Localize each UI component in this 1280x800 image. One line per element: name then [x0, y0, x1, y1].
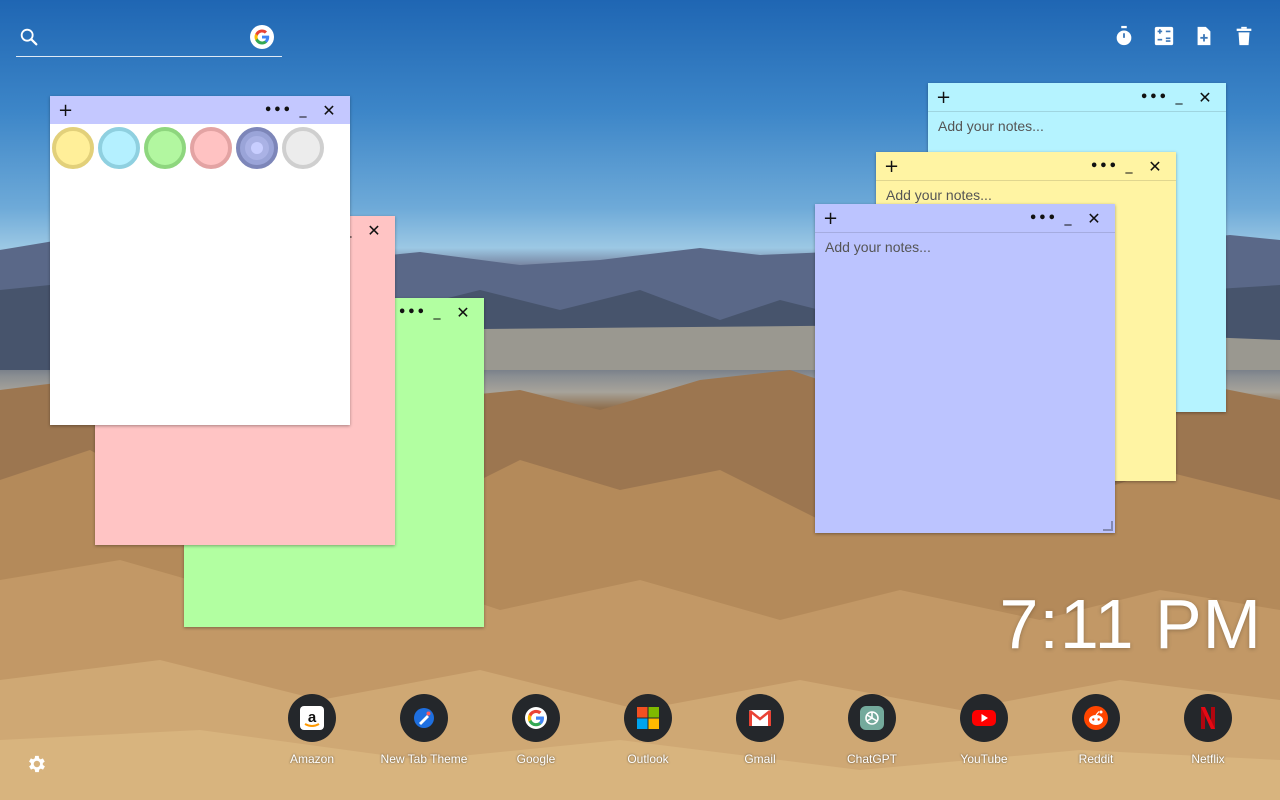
shortcut-chatgpt[interactable]: ChatGPT [816, 694, 928, 766]
reddit-icon[interactable] [1072, 694, 1120, 742]
color-palette [52, 127, 324, 169]
minimize-button[interactable]: _ [290, 102, 316, 118]
add-note-button[interactable]: + [58, 100, 78, 121]
google-icon[interactable] [512, 694, 560, 742]
minimize-button[interactable]: _ [1166, 89, 1192, 105]
close-button[interactable]: ✕ [1081, 209, 1107, 228]
color-swatch-cyan[interactable] [98, 127, 140, 169]
note-titlebar[interactable]: + ••• _ ✕ [50, 96, 350, 124]
amazon-icon[interactable]: a [288, 694, 336, 742]
add-note-button[interactable]: + [936, 87, 956, 108]
youtube-icon[interactable] [960, 694, 1008, 742]
search-icon[interactable] [18, 26, 40, 53]
close-button[interactable]: ✕ [361, 221, 387, 240]
color-swatch-pink[interactable] [190, 127, 232, 169]
shortcuts-bar: a Amazon New Tab Theme Google Outlook Gm [256, 694, 1264, 766]
shortcut-amazon[interactable]: a Amazon [256, 694, 368, 766]
outlook-icon[interactable] [624, 694, 672, 742]
minimize-button[interactable]: _ [424, 304, 450, 320]
shortcut-label: YouTube [960, 752, 1008, 766]
color-swatch-green[interactable] [144, 127, 186, 169]
chatgpt-icon[interactable] [848, 694, 896, 742]
note-menu-button[interactable]: ••• [1029, 211, 1056, 226]
netflix-icon[interactable] [1184, 694, 1232, 742]
toolbar [1112, 24, 1256, 48]
sticky-note-blue[interactable]: + ••• _ ✕ [815, 204, 1115, 533]
close-button[interactable]: ✕ [450, 303, 476, 322]
minimize-button[interactable]: _ [1116, 158, 1142, 174]
note-titlebar[interactable]: + ••• _ ✕ [928, 83, 1226, 111]
shortcut-new-tab-theme[interactable]: New Tab Theme [368, 694, 480, 766]
sticky-note-color-picker[interactable]: + ••• _ ✕ [50, 96, 350, 425]
add-note-button[interactable]: + [884, 156, 904, 177]
close-button[interactable]: ✕ [316, 101, 342, 120]
shortcut-label: Google [516, 752, 556, 766]
color-swatch-yellow[interactable] [52, 127, 94, 169]
search-input[interactable] [48, 26, 252, 50]
shortcut-netflix[interactable]: Netflix [1152, 694, 1264, 766]
note-menu-button[interactable]: ••• [264, 103, 291, 118]
note-titlebar[interactable]: + ••• _ ✕ [815, 204, 1115, 232]
shortcut-label: Gmail [744, 752, 776, 766]
add-note-icon[interactable] [1192, 24, 1216, 48]
note-menu-button[interactable]: ••• [1090, 159, 1117, 174]
note-body [815, 233, 1115, 533]
shortcut-label: New Tab Theme [380, 752, 468, 766]
gear-icon[interactable] [25, 753, 47, 775]
clock: 7:11 PM [999, 585, 1262, 663]
note-menu-button[interactable]: ••• [398, 305, 425, 320]
color-swatch-blue-selected[interactable] [236, 127, 278, 169]
shortcut-label: Amazon [289, 752, 335, 766]
note-titlebar[interactable]: + ••• _ ✕ [876, 152, 1176, 180]
trash-icon[interactable] [1232, 24, 1256, 48]
close-button[interactable]: ✕ [1192, 88, 1218, 107]
resize-handle[interactable] [1103, 521, 1113, 531]
svg-text:a: a [308, 709, 317, 726]
close-button[interactable]: ✕ [1142, 157, 1168, 176]
shortcut-youtube[interactable]: YouTube [928, 694, 1040, 766]
google-search-icon[interactable] [250, 25, 274, 49]
selected-indicator [251, 142, 263, 154]
search-bar [16, 20, 282, 57]
shortcut-label: ChatGPT [846, 752, 897, 766]
add-note-button[interactable]: + [823, 208, 843, 229]
shortcut-google[interactable]: Google [480, 694, 592, 766]
note-menu-button[interactable]: ••• [1140, 90, 1167, 105]
note-textarea[interactable] [815, 233, 1115, 533]
calculator-icon[interactable] [1152, 24, 1176, 48]
note-body [50, 125, 350, 425]
new-tab-theme-icon[interactable] [400, 694, 448, 742]
minimize-button[interactable]: _ [1055, 210, 1081, 226]
shortcut-outlook[interactable]: Outlook [592, 694, 704, 766]
shortcut-label: Outlook [627, 752, 669, 766]
color-swatch-grey[interactable] [282, 127, 324, 169]
shortcut-reddit[interactable]: Reddit [1040, 694, 1152, 766]
timer-icon[interactable] [1112, 24, 1136, 48]
shortcut-label: Reddit [1078, 752, 1114, 766]
gmail-icon[interactable] [736, 694, 784, 742]
shortcut-gmail[interactable]: Gmail [704, 694, 816, 766]
shortcut-label: Netflix [1191, 752, 1225, 766]
